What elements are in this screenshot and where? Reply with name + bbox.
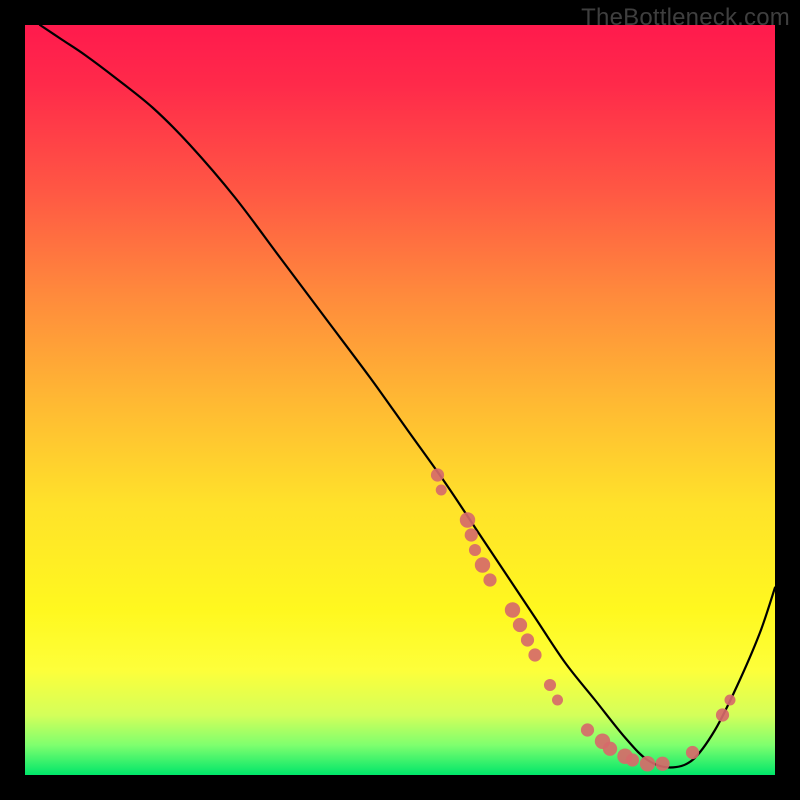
scatter-dot [655, 757, 669, 771]
scatter-dot [716, 708, 729, 721]
scatter-dot [436, 485, 447, 496]
scatter-dot [505, 602, 520, 617]
scatter-dot [483, 573, 496, 586]
scatter-dot [603, 742, 617, 756]
scatter-dot [686, 746, 699, 759]
scatter-group [431, 468, 736, 771]
scatter-dot [725, 695, 736, 706]
scatter-dot [465, 528, 478, 541]
scatter-dot [431, 468, 444, 481]
scatter-dot [469, 544, 481, 556]
scatter-dot [513, 618, 527, 632]
scatter-dot [460, 512, 475, 527]
scatter-dot [544, 679, 556, 691]
scatter-dot [528, 648, 541, 661]
scatter-dot [475, 557, 490, 572]
scatter-dot [626, 753, 639, 766]
bottleneck-curve [40, 25, 775, 768]
scatter-dot [521, 633, 534, 646]
scatter-dot [581, 723, 594, 736]
scatter-dot [552, 695, 563, 706]
scatter-dot [640, 756, 655, 771]
chart-svg [25, 25, 775, 775]
